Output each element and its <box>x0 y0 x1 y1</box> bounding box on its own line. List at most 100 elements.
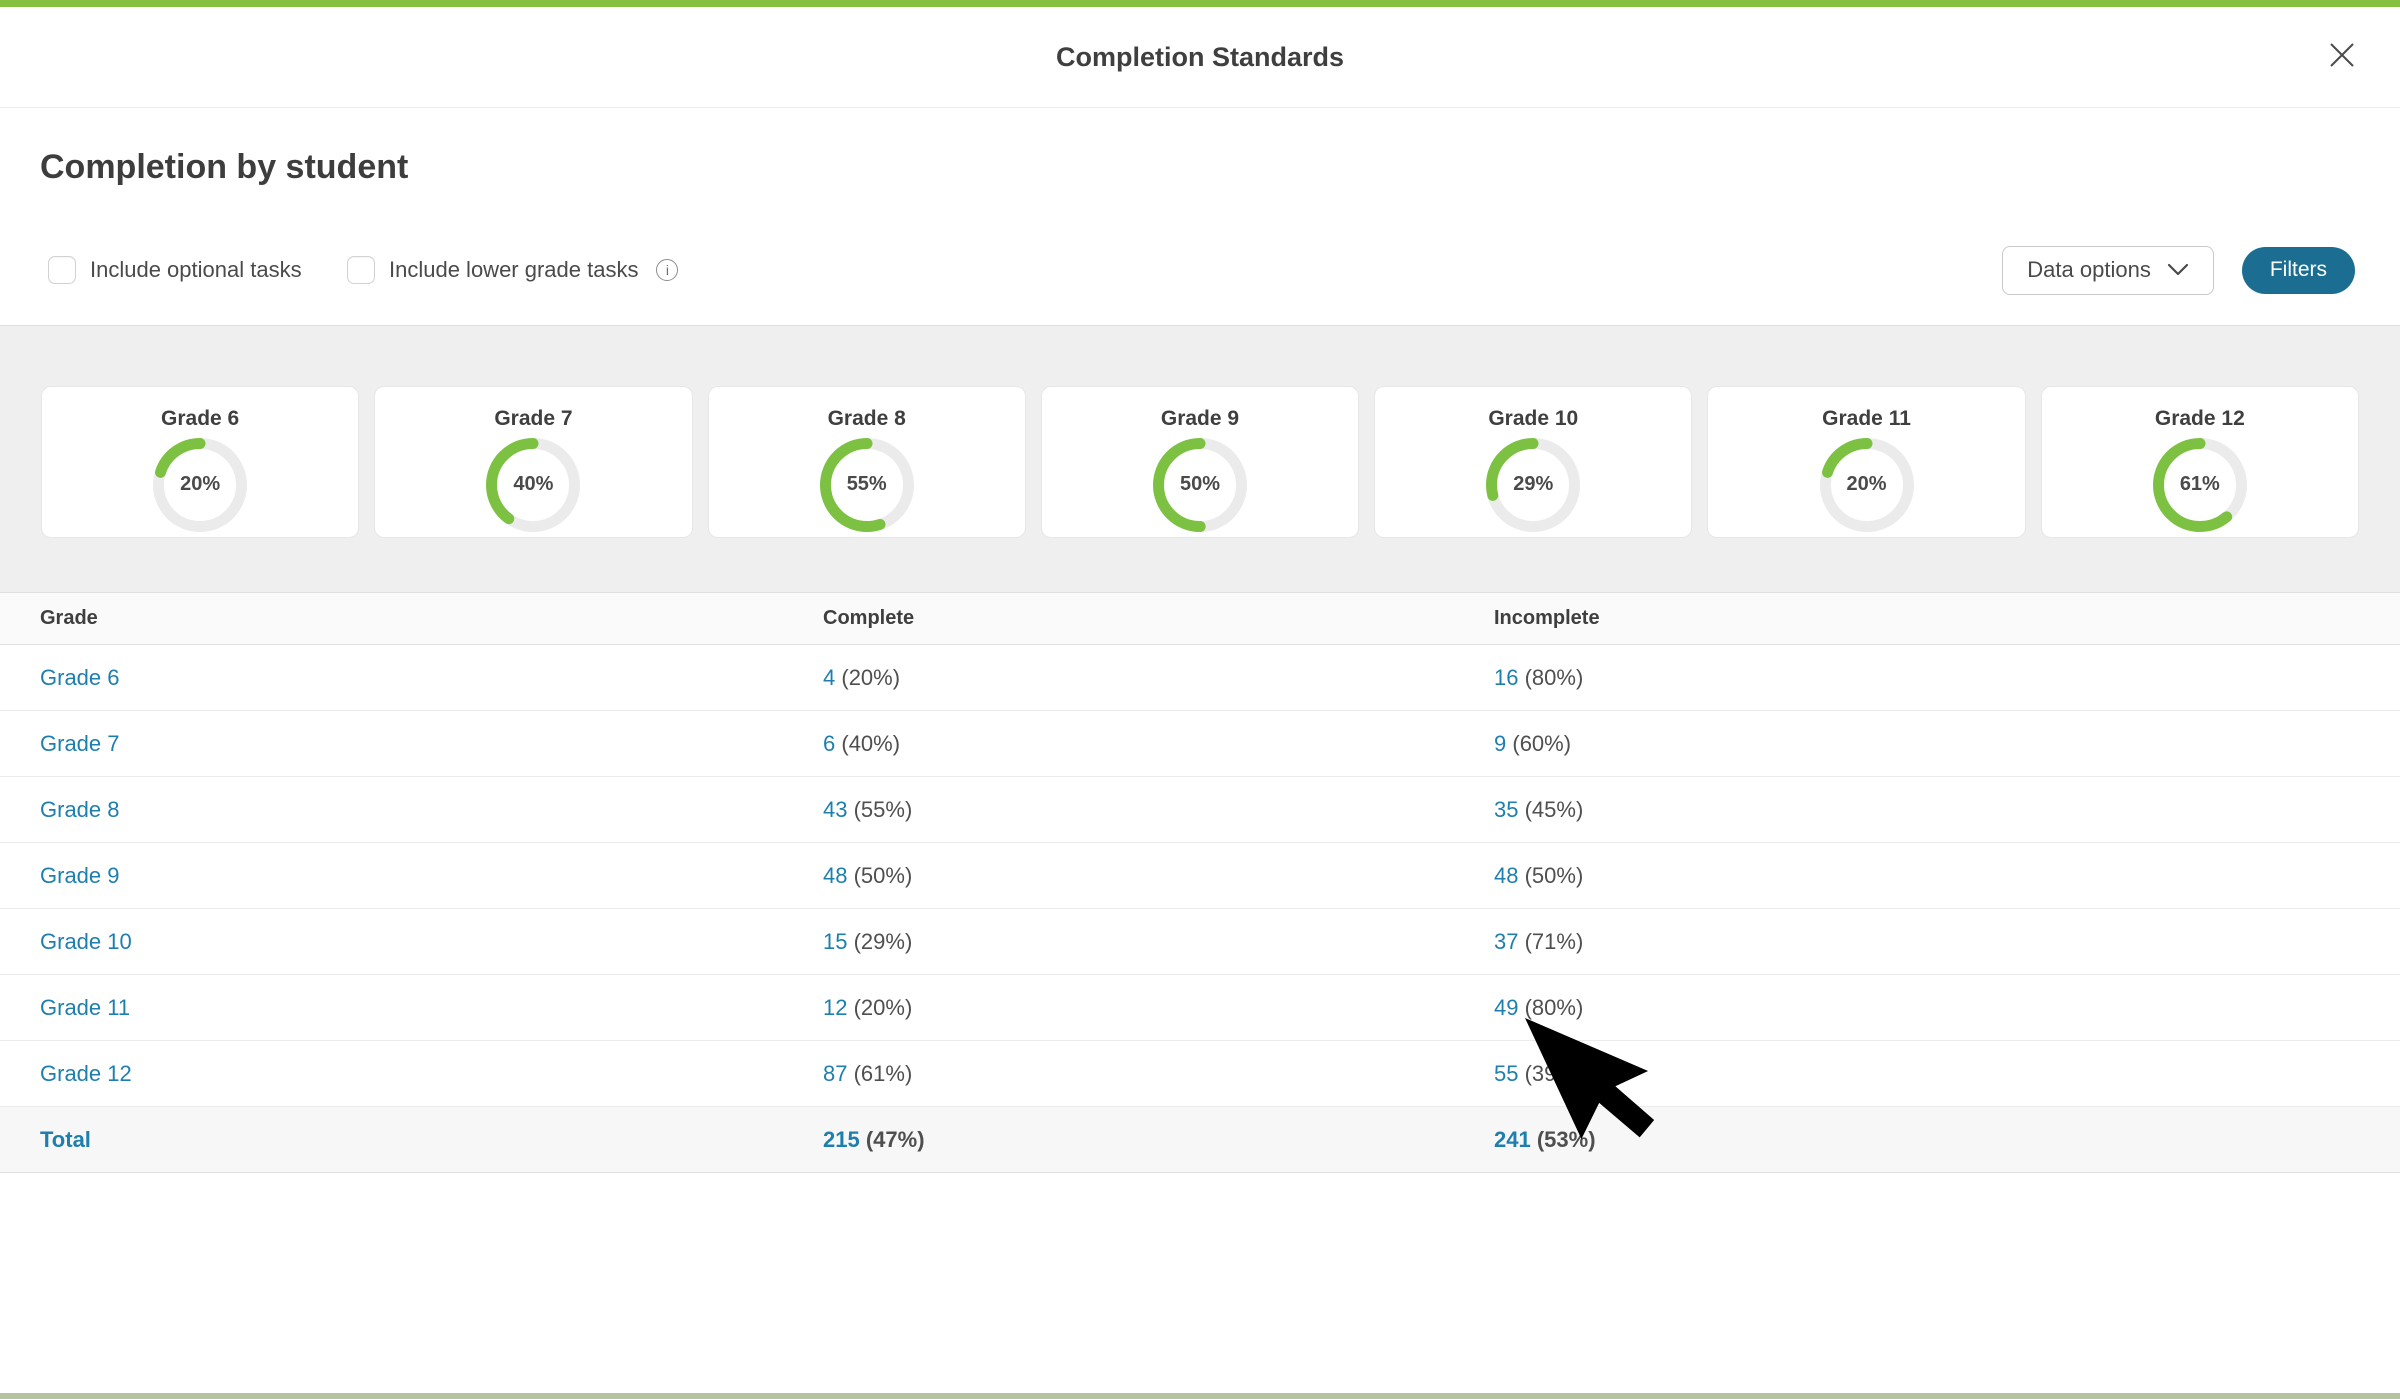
grade-link[interactable]: Grade 6 <box>40 665 120 690</box>
column-header-incomplete: Incomplete <box>1454 607 2400 630</box>
completion-gauge: 55% <box>817 435 917 535</box>
grade-link[interactable]: Grade 7 <box>40 731 120 756</box>
page-title: Completion by student <box>40 148 408 187</box>
gauge-percent-label: 50% <box>1150 435 1250 535</box>
completion-gauge: 40% <box>483 435 583 535</box>
table-body: Grade 6 4 (20%) 16 (80%) Grade 7 6 (40%) 9 (6… <box>0 645 2400 1107</box>
grade-card: Grade 7 40% <box>374 386 692 538</box>
completion-gauge: 20% <box>150 435 250 535</box>
complete-count-link[interactable]: 12 <box>823 995 847 1020</box>
completion-gauge: 61% <box>2150 435 2250 535</box>
column-header-grade: Grade <box>0 607 783 630</box>
complete-count-link[interactable]: 87 <box>823 1061 847 1086</box>
bottom-page-strip <box>0 1393 2400 1399</box>
gauge-percent-label: 20% <box>1817 435 1917 535</box>
gauge-percent-label: 40% <box>483 435 583 535</box>
completion-gauge: 50% <box>1150 435 1250 535</box>
data-options-button[interactable]: Data options <box>2002 246 2214 295</box>
total-complete-count-link[interactable]: 215 <box>823 1127 860 1152</box>
gauge-percent-label: 61% <box>2150 435 2250 535</box>
complete-count-link[interactable]: 48 <box>823 863 847 888</box>
grade-link[interactable]: Grade 11 <box>40 995 130 1020</box>
column-header-complete: Complete <box>783 607 1454 630</box>
grade-card: Grade 12 61% <box>2041 386 2359 538</box>
grade-card-title: Grade 12 <box>2155 407 2245 431</box>
grade-card: Grade 9 50% <box>1041 386 1359 538</box>
completion-gauge: 29% <box>1483 435 1583 535</box>
include-optional-tasks-group: Include optional tasks <box>48 245 302 295</box>
right-controls: Data options Filters <box>2002 245 2355 295</box>
grade-card-title: Grade 11 <box>1822 407 1911 431</box>
grade-card: Grade 10 29% <box>1374 386 1692 538</box>
complete-count-link[interactable]: 6 <box>823 731 835 756</box>
grade-gauge-cards: Grade 6 20% Grade 7 40% Grade 8 55% Grade 9 50%… <box>0 325 2400 597</box>
grade-card-title: Grade 10 <box>1488 407 1578 431</box>
incomplete-percent: (50%) <box>1518 863 1583 888</box>
grade-card: Grade 6 20% <box>41 386 359 538</box>
table-row: Grade 7 6 (40%) 9 (60%) <box>0 711 2400 777</box>
include-optional-tasks-checkbox[interactable] <box>48 256 76 284</box>
complete-percent: (50%) <box>847 863 912 888</box>
table-row: Grade 6 4 (20%) 16 (80%) <box>0 645 2400 711</box>
complete-count-link[interactable]: 15 <box>823 929 847 954</box>
total-incomplete-count-link[interactable]: 241 <box>1494 1127 1531 1152</box>
table-header-row: Grade Complete Incomplete <box>0 592 2400 645</box>
info-icon[interactable]: i <box>656 259 678 281</box>
complete-count-link[interactable]: 4 <box>823 665 835 690</box>
include-lower-grade-tasks-label: Include lower grade tasks <box>389 257 638 283</box>
incomplete-count-link[interactable]: 35 <box>1494 797 1518 822</box>
complete-percent: (40%) <box>835 731 900 756</box>
total-label: Total <box>40 1127 91 1152</box>
grade-link[interactable]: Grade 8 <box>40 797 120 822</box>
incomplete-percent: (39%) <box>1518 1061 1583 1086</box>
close-icon <box>2328 41 2356 69</box>
grade-card-title: Grade 8 <box>828 407 906 431</box>
completion-table: Grade Complete Incomplete Grade 6 4 (20%)… <box>0 592 2400 1173</box>
incomplete-percent: (60%) <box>1506 731 1571 756</box>
total-row: Total 215 (47%) 241 (53%) <box>0 1107 2400 1173</box>
modal-title: Completion Standards <box>1056 42 1344 73</box>
total-complete-percent: (47%) <box>866 1127 925 1152</box>
data-options-label: Data options <box>2027 257 2151 283</box>
incomplete-count-link[interactable]: 48 <box>1494 863 1518 888</box>
controls-row: Include optional tasks Include lower gra… <box>0 245 2400 295</box>
incomplete-percent: (71%) <box>1518 929 1583 954</box>
completion-gauge: 20% <box>1817 435 1917 535</box>
grade-card-title: Grade 7 <box>494 407 572 431</box>
total-incomplete-percent: (53%) <box>1537 1127 1596 1152</box>
close-button[interactable] <box>2322 35 2362 75</box>
table-row: Grade 12 87 (61%) 55 (39%) <box>0 1041 2400 1107</box>
gauge-percent-label: 55% <box>817 435 917 535</box>
grade-link[interactable]: Grade 12 <box>40 1061 132 1086</box>
grade-link[interactable]: Grade 9 <box>40 863 120 888</box>
include-optional-tasks-label: Include optional tasks <box>90 257 302 283</box>
incomplete-count-link[interactable]: 9 <box>1494 731 1506 756</box>
include-lower-grade-tasks-checkbox[interactable] <box>347 256 375 284</box>
gauge-percent-label: 20% <box>150 435 250 535</box>
complete-count-link[interactable]: 43 <box>823 797 847 822</box>
incomplete-count-link[interactable]: 49 <box>1494 995 1518 1020</box>
table-row: Grade 1112 (20%)49 (80%) <box>0 975 2400 1041</box>
complete-percent: (29%) <box>847 929 912 954</box>
incomplete-percent: (45%) <box>1518 797 1583 822</box>
include-lower-grade-tasks-group: Include lower grade tasks i <box>347 245 678 295</box>
incomplete-count-link[interactable]: 55 <box>1494 1061 1518 1086</box>
chevron-down-icon <box>2167 263 2189 277</box>
filters-button[interactable]: Filters <box>2242 247 2355 294</box>
complete-percent: (55%) <box>847 797 912 822</box>
brand-top-bar <box>0 0 2400 7</box>
complete-percent: (61%) <box>847 1061 912 1086</box>
grade-card-title: Grade 6 <box>161 407 239 431</box>
grade-link[interactable]: Grade 10 <box>40 929 132 954</box>
grade-card-title: Grade 9 <box>1161 407 1239 431</box>
incomplete-percent: (80%) <box>1518 665 1583 690</box>
gauge-percent-label: 29% <box>1483 435 1583 535</box>
grade-card: Grade 8 55% <box>708 386 1026 538</box>
incomplete-count-link[interactable]: 16 <box>1494 665 1518 690</box>
completion-standards-modal: Completion Standards Completion by stude… <box>0 0 2400 1399</box>
grade-card: Grade 11 20% <box>1707 386 2025 538</box>
table-row: Grade 8 43 (55%) 35 (45%) <box>0 777 2400 843</box>
table-row: Grade 948 (50%)48 (50%) <box>0 843 2400 909</box>
complete-percent: (20%) <box>835 665 900 690</box>
incomplete-count-link[interactable]: 37 <box>1494 929 1518 954</box>
